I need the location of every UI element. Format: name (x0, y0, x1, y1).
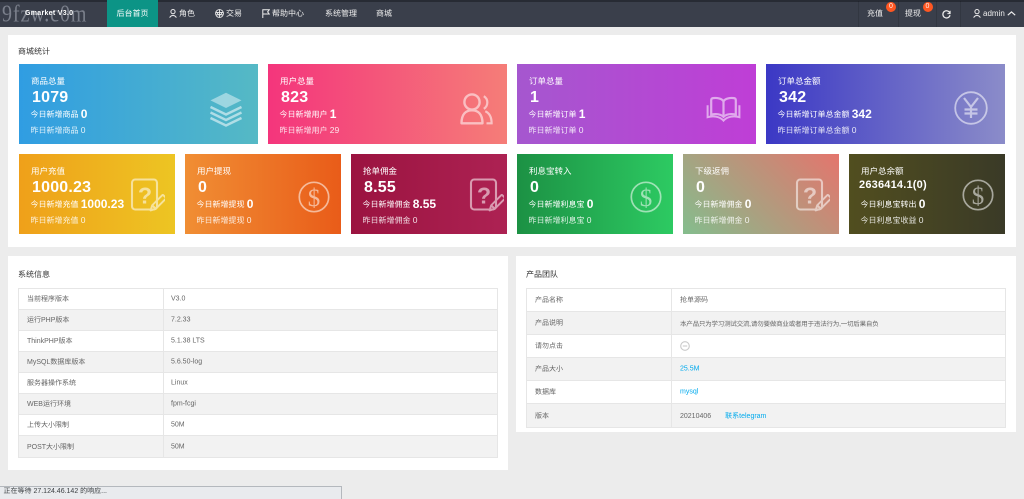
svg-text:$: $ (640, 185, 653, 212)
svg-text:?: ? (477, 183, 491, 209)
svg-text:?: ? (803, 183, 817, 209)
svg-text:?: ? (138, 183, 152, 209)
svg-text:$: $ (972, 183, 985, 210)
svg-text:$: $ (308, 185, 321, 212)
